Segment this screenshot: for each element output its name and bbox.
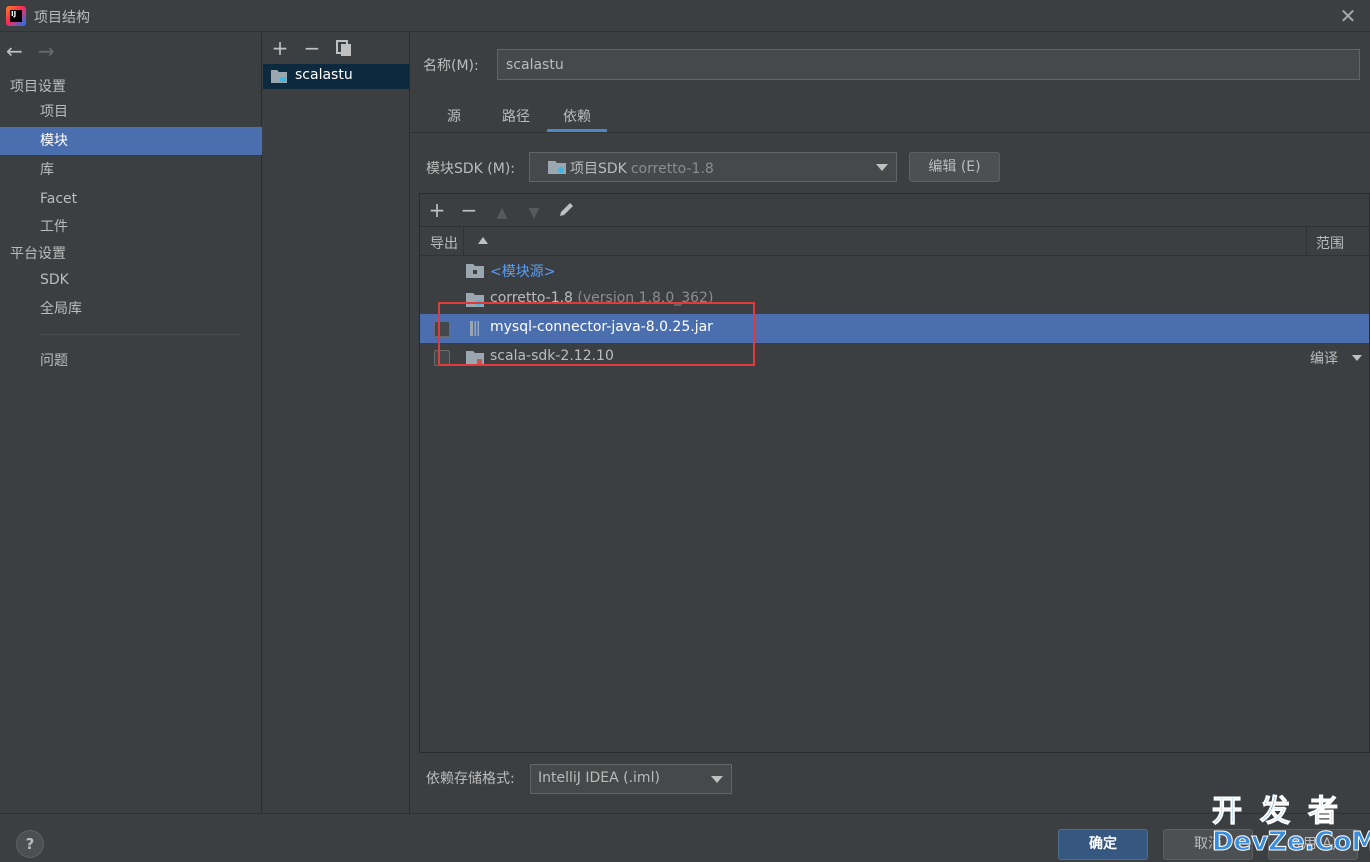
column-export[interactable]: 导出 [430, 233, 458, 253]
column-scope[interactable]: 范围 [1316, 233, 1344, 253]
nav-section-project-settings: 项目设置 [10, 79, 66, 95]
nav-section-platform-settings: 平台设置 [10, 246, 66, 262]
dependencies-list: <模块源> corretto-1.8 (version 1.8.0_362) m… [420, 256, 1369, 752]
ok-button[interactable]: 确定 [1058, 829, 1148, 860]
tab-sources[interactable]: 源 [435, 106, 473, 132]
module-sdk-dropdown[interactable]: 项目SDK corretto-1.8 [529, 152, 897, 182]
nav-item-modules[interactable]: 模块 [0, 127, 262, 155]
dialog-footer: ? 确定 取消 应用(A) [0, 813, 1370, 862]
module-name-input[interactable] [497, 49, 1360, 80]
table-row[interactable]: corretto-1.8 (version 1.8.0_362) [420, 285, 1369, 314]
move-down-icon[interactable]: ▼ [524, 203, 544, 223]
module-details: 名称(M): 源 路径 依赖 模块SDK (M): 项目SDKcorretto-… [411, 33, 1370, 813]
chevron-down-icon [876, 164, 888, 171]
module-source-folder-icon [466, 264, 484, 278]
intellij-app-icon: IJ [6, 6, 26, 26]
tabs-underline [411, 132, 1370, 133]
nav-item-project[interactable]: 项目 [0, 98, 262, 126]
dependency-label: <模块源> [490, 264, 556, 280]
module-label: scalastu [295, 67, 353, 83]
edit-pencil-icon[interactable] [557, 200, 577, 221]
add-dependency-icon[interactable]: + [427, 200, 447, 220]
sdk-version: corretto-1.8 [630, 161, 714, 177]
module-folder-icon [271, 70, 287, 83]
sdk-folder-icon [548, 161, 566, 174]
forward-arrow-icon[interactable]: → [38, 39, 55, 63]
nav-item-libraries[interactable]: 库 [0, 156, 262, 184]
table-row[interactable]: mysql-connector-java-8.0.25.jar [420, 314, 1369, 343]
export-checkbox[interactable] [434, 321, 450, 337]
remove-dependency-icon[interactable]: − [459, 200, 479, 220]
jdk-folder-icon [466, 293, 484, 307]
scope-dropdown[interactable]: 编译 [1310, 348, 1338, 368]
jar-icon [470, 321, 479, 336]
title-bar: IJ 项目结构 ✕ [0, 0, 1370, 32]
table-row[interactable]: scala-sdk-2.12.10 编译 [420, 343, 1369, 372]
dependency-label: mysql-connector-java-8.0.25.jar [490, 319, 713, 335]
module-item-scalastu[interactable]: scalastu [263, 64, 409, 89]
nav-item-facets[interactable]: Facet [0, 185, 262, 213]
close-icon[interactable]: ✕ [1336, 4, 1360, 28]
dependencies-table-header: 导出 范围 [420, 226, 1369, 257]
storage-format-value: IntelliJ IDEA (.iml) [538, 770, 660, 786]
back-arrow-icon[interactable]: ← [6, 39, 23, 63]
dependency-version: (version 1.8.0_362) [577, 290, 714, 306]
tab-dependencies[interactable]: 依赖 [547, 106, 607, 132]
cancel-button[interactable]: 取消 [1163, 829, 1253, 860]
module-sdk-label: 模块SDK (M): [426, 161, 516, 177]
name-label: 名称(M): [423, 58, 479, 74]
nav-item-artifacts[interactable]: 工件 [0, 213, 262, 241]
tab-paths[interactable]: 路径 [489, 106, 543, 132]
table-row[interactable]: <模块源> [420, 256, 1369, 285]
sort-ascending-icon[interactable] [478, 237, 488, 244]
edit-sdk-button[interactable]: 编辑 (E) [909, 152, 1000, 182]
nav-item-global-libraries[interactable]: 全局库 [0, 295, 262, 323]
storage-format-label: 依赖存储格式: [426, 771, 515, 787]
dependencies-panel: + − ▲ ▼ 导出 范围 <模块源> corretto-1.8 (versio… [419, 193, 1370, 753]
remove-module-icon[interactable]: − [302, 38, 322, 58]
nav-divider [40, 334, 240, 335]
settings-nav: ← → 项目设置 项目 模块 库 Facet 工件 平台设置 SDK 全局库 问… [0, 33, 262, 813]
modules-panel: + − scalastu [263, 33, 410, 813]
move-up-icon[interactable]: ▲ [492, 203, 512, 223]
chevron-down-icon[interactable] [1352, 355, 1362, 361]
dependency-label: corretto-1.8 [490, 290, 573, 306]
copy-module-icon[interactable] [334, 38, 354, 60]
storage-format-dropdown[interactable]: IntelliJ IDEA (.iml) [530, 764, 732, 794]
nav-item-sdks[interactable]: SDK [0, 266, 262, 294]
apply-button[interactable]: 应用(A) [1268, 829, 1358, 860]
library-folder-icon [466, 351, 484, 365]
export-checkbox[interactable] [434, 350, 450, 366]
help-icon[interactable]: ? [16, 830, 44, 858]
sdk-value: 项目SDK [570, 161, 627, 177]
chevron-down-icon [711, 776, 723, 783]
dependency-label: scala-sdk-2.12.10 [490, 348, 614, 364]
nav-item-problems[interactable]: 问题 [0, 347, 262, 375]
window-title: 项目结构 [34, 10, 90, 26]
add-module-icon[interactable]: + [270, 38, 290, 58]
